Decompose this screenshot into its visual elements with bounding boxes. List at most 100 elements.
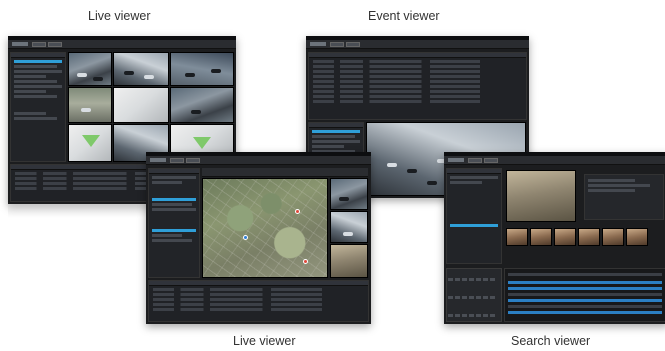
playback-video[interactable] [506,170,576,222]
tab-button[interactable] [48,42,62,47]
camera-tile[interactable] [330,211,368,243]
search-tree [446,168,502,264]
logo [12,42,28,46]
table-row[interactable] [313,60,522,63]
option-row[interactable] [588,189,635,192]
toolbar [306,40,529,49]
camera-tile[interactable] [113,52,169,86]
camera-tile[interactable] [113,87,169,123]
filter-item[interactable] [312,140,360,143]
thumbnail[interactable] [626,228,648,246]
table-row[interactable] [313,70,522,73]
filter-item[interactable] [312,145,345,148]
option-row[interactable] [588,179,635,182]
panel-header [309,53,526,58]
table-row[interactable] [313,95,522,98]
table-row[interactable] [313,75,522,78]
table-row[interactable] [153,298,364,301]
tree-item[interactable] [14,90,47,93]
thumbnail[interactable] [506,228,528,246]
map-pin-icon[interactable] [295,209,300,214]
filter-item[interactable] [312,135,356,138]
thumbnail[interactable] [554,228,576,246]
tab-button[interactable] [170,158,184,163]
option-row[interactable] [588,184,651,187]
map-pin-icon[interactable] [303,259,308,264]
map-toolbar [202,168,368,177]
camera-tile[interactable] [170,87,234,123]
table-row[interactable] [153,308,364,311]
tree-item[interactable] [152,181,182,184]
panel-header [309,123,363,128]
timeline-track[interactable] [508,293,662,296]
timeline-track[interactable] [508,281,662,284]
tree-item-selected[interactable] [152,198,196,201]
table-row[interactable] [153,303,364,306]
timeline-track[interactable] [508,311,662,314]
tab-button[interactable] [484,158,498,163]
tab-button[interactable] [186,158,200,163]
table-row[interactable] [313,80,522,83]
thumbnail[interactable] [602,228,624,246]
table-row[interactable] [313,100,522,103]
table-row[interactable] [153,293,364,296]
thumbnail[interactable] [530,228,552,246]
tree-item[interactable] [14,65,58,68]
live-viewer-caption-top: Live viewer [88,9,151,23]
table-row[interactable] [313,65,522,68]
tree-item[interactable] [450,181,483,184]
tree-item-selected[interactable] [14,60,62,63]
device-tree [10,52,66,162]
tree-item[interactable] [152,176,196,179]
tree-item[interactable] [14,80,58,83]
tree-item[interactable] [14,85,62,88]
tab-button[interactable] [468,158,482,163]
device-tree [148,168,200,278]
live-viewer-caption-bottom: Live viewer [233,334,296,348]
search-viewer-caption: Search viewer [511,334,591,348]
table-row[interactable] [153,288,364,291]
logo [448,158,464,162]
tree-item-selected[interactable] [152,229,196,232]
tree-item[interactable] [14,75,47,78]
tab-button[interactable] [32,42,46,47]
toolbar [146,156,371,165]
tree-item[interactable] [152,234,182,237]
timeline-track[interactable] [508,287,662,290]
calendar[interactable] [446,268,502,322]
site-map[interactable] [202,178,328,278]
panel-header [11,53,65,58]
timeline-track[interactable] [508,305,662,308]
logo [310,42,326,46]
camera-tile[interactable] [68,52,112,86]
search-viewer-window [444,152,665,324]
table-row[interactable] [313,85,522,88]
map-pin-icon[interactable] [243,235,248,240]
camera-tile[interactable] [170,52,234,86]
tree-item[interactable] [14,117,58,120]
table-row[interactable] [313,90,522,93]
playback-timeline[interactable] [504,268,665,322]
tab-button[interactable] [346,42,360,47]
tree-item[interactable] [14,112,47,115]
tree-item[interactable] [14,70,62,73]
search-options [584,174,664,220]
tree-item[interactable] [14,95,58,98]
thumbnail[interactable] [578,228,600,246]
event-viewer-caption: Event viewer [368,9,440,23]
camera-tile[interactable] [330,244,368,278]
camera-tile[interactable] [68,124,112,162]
tab-button[interactable] [330,42,344,47]
tree-item-selected[interactable] [450,224,498,227]
panel-header [447,169,501,174]
camera-tile[interactable] [68,87,112,123]
filter-item-selected[interactable] [312,130,360,133]
timeline-track[interactable] [508,299,662,302]
camera-tile[interactable] [330,178,368,210]
tree-item[interactable] [152,239,192,242]
event-list [148,280,369,322]
tree-item[interactable] [152,203,192,206]
tree-item[interactable] [450,176,498,179]
tree-item[interactable] [152,208,196,211]
panel-header [149,281,368,286]
